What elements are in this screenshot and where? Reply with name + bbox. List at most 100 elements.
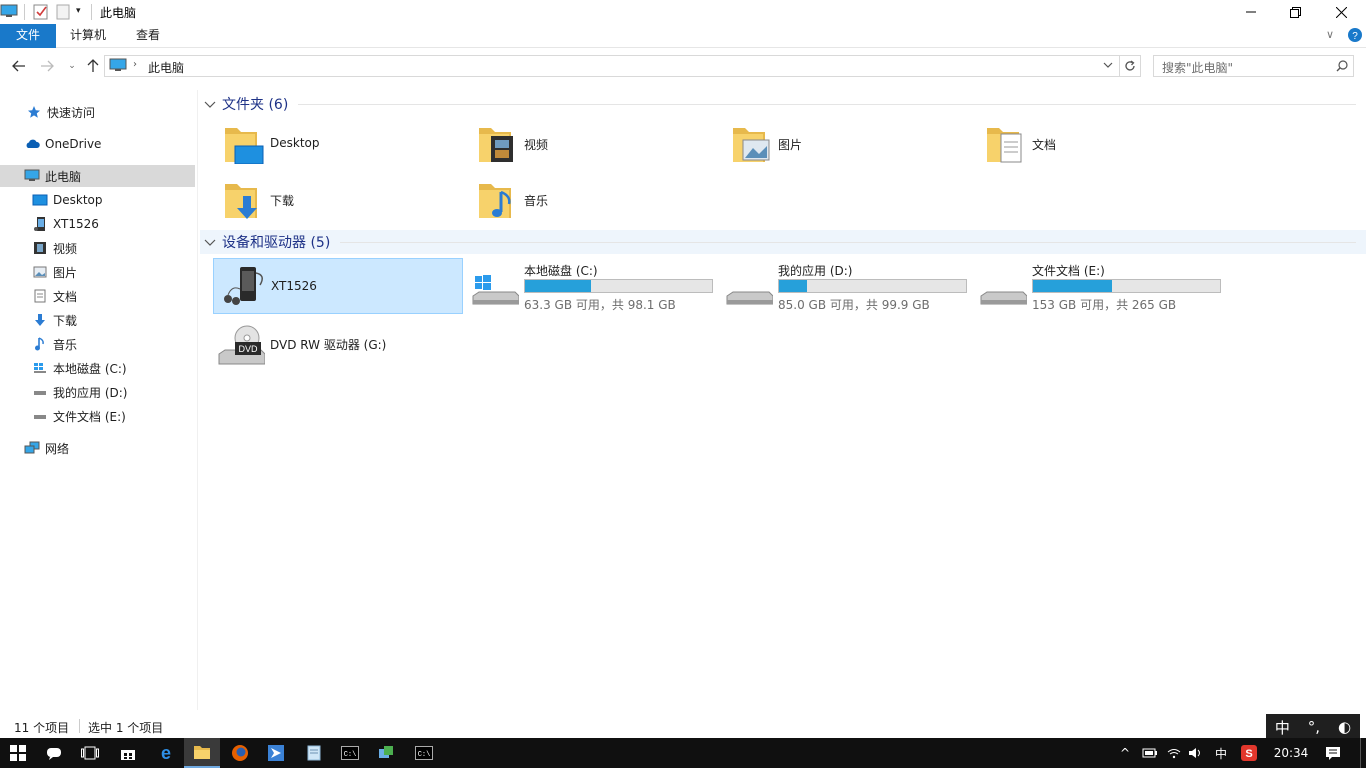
svg-text:?: ?: [1352, 31, 1358, 42]
battery-icon[interactable]: [1140, 738, 1160, 768]
command-prompt-icon[interactable]: C:\: [406, 738, 442, 768]
phone-icon: [224, 267, 263, 305]
show-desktop-button[interactable]: [1360, 738, 1366, 768]
up-button[interactable]: [84, 57, 102, 75]
drive-c[interactable]: 本地磁盘 (C:) 63.3 GB 可用，共 98.1 GB: [467, 258, 717, 314]
nav-network[interactable]: 网络: [0, 437, 195, 459]
ime-mode[interactable]: 中: [1275, 717, 1290, 738]
folder-pictures[interactable]: 图片: [721, 116, 971, 172]
properties-icon[interactable]: [33, 3, 49, 20]
edge-icon[interactable]: e: [148, 738, 184, 768]
chevron-down-icon[interactable]: [1103, 60, 1113, 70]
breadcrumb-chevron-icon[interactable]: ›: [133, 59, 137, 70]
folder-music[interactable]: 音乐: [467, 172, 717, 228]
chevron-down-icon[interactable]: [204, 237, 216, 247]
file-explorer-icon[interactable]: [184, 738, 220, 768]
forward-button[interactable]: [38, 57, 56, 75]
drive-g-dvd[interactable]: DVD DVD RW 驱动器 (G:): [213, 316, 463, 372]
device-xt1526[interactable]: XT1526: [213, 258, 463, 314]
task-view-button[interactable]: [72, 738, 108, 768]
nav-downloads[interactable]: 下载: [0, 309, 195, 331]
computer-icon: [109, 58, 127, 72]
ime-language[interactable]: 中: [1210, 738, 1232, 768]
chevron-down-icon[interactable]: [204, 99, 216, 109]
nav-drive-d[interactable]: 我的应用 (D:): [0, 381, 195, 403]
nav-videos[interactable]: 视频: [0, 237, 195, 259]
folder-videos[interactable]: 视频: [467, 116, 717, 172]
chevron-up-icon[interactable]: ^: [1116, 738, 1134, 768]
app-icon[interactable]: [258, 738, 294, 768]
capacity-text: 63.3 GB 可用，共 98.1 GB: [524, 298, 676, 312]
folder-downloads[interactable]: 下载: [213, 172, 463, 228]
clock[interactable]: 20:34: [1268, 738, 1314, 768]
wifi-icon[interactable]: [1164, 738, 1184, 768]
devices-group-header[interactable]: 设备和驱动器 (5): [200, 230, 1366, 254]
capacity-fill: [1033, 280, 1113, 292]
folder-desktop[interactable]: Desktop: [213, 116, 463, 172]
customize-toolbar-icon[interactable]: ▾: [76, 6, 81, 16]
system-tool-icon[interactable]: [368, 738, 404, 768]
capacity-bar: [778, 279, 967, 293]
folders-group-header[interactable]: 文件夹 (6): [200, 92, 1366, 116]
computer-icon[interactable]: [0, 4, 18, 18]
refresh-button[interactable]: [1120, 55, 1141, 77]
drive-d[interactable]: 我的应用 (D:) 85.0 GB 可用，共 99.9 GB: [721, 258, 971, 314]
volume-icon[interactable]: [1186, 738, 1206, 768]
folder-documents[interactable]: 文档: [975, 116, 1225, 172]
close-button[interactable]: [1318, 0, 1364, 24]
restore-button[interactable]: [1272, 0, 1318, 24]
recent-locations-button[interactable]: ⌄: [63, 57, 81, 75]
search-icon[interactable]: [1336, 60, 1348, 72]
dvd-drive-icon: DVD: [218, 325, 265, 365]
nav-drive-c[interactable]: 本地磁盘 (C:): [0, 357, 195, 379]
expand-ribbon-icon[interactable]: ∨: [1326, 28, 1334, 41]
notepad-icon[interactable]: [296, 738, 332, 768]
nav-this-pc[interactable]: 此电脑: [0, 165, 195, 187]
new-folder-icon[interactable]: [56, 4, 70, 20]
nav-onedrive[interactable]: OneDrive: [0, 133, 195, 155]
help-icon[interactable]: ?: [1348, 28, 1362, 42]
music-icon: [32, 336, 48, 352]
breadcrumb[interactable]: 此电脑: [148, 59, 184, 76]
nav-music[interactable]: 音乐: [0, 333, 195, 355]
capacity-bar: [524, 279, 713, 293]
search-input[interactable]: 搜索"此电脑": [1153, 55, 1354, 77]
desktop-folder-icon: [225, 128, 264, 164]
drive-e[interactable]: 文件文档 (E:) 153 GB 可用，共 265 GB: [975, 258, 1225, 314]
svg-text:e: e: [161, 744, 171, 762]
pane-divider[interactable]: [197, 90, 198, 710]
nav-pictures[interactable]: 图片: [0, 261, 195, 283]
download-folder-icon: [225, 184, 257, 219]
document-folder-icon: [987, 128, 1022, 163]
address-bar[interactable]: › 此电脑: [104, 55, 1120, 77]
action-center-icon[interactable]: [1320, 738, 1346, 768]
tab-view[interactable]: 查看: [120, 24, 176, 48]
minimize-button[interactable]: [1228, 0, 1274, 24]
ime-punctuation[interactable]: °,: [1308, 718, 1320, 736]
store-icon[interactable]: [110, 738, 146, 768]
divider: [24, 4, 25, 20]
ribbon-tabs: 文件 计算机 查看 ∨ ?: [0, 24, 1366, 48]
start-button[interactable]: [0, 738, 36, 768]
nav-drive-e[interactable]: 文件文档 (E:): [0, 405, 195, 427]
svg-text:C:\: C:\: [344, 751, 357, 759]
sogou-ime-icon[interactable]: S: [1238, 738, 1260, 768]
nav-desktop[interactable]: Desktop: [0, 189, 195, 211]
nav-quick-access[interactable]: 快速访问: [0, 101, 195, 123]
phone-icon: [32, 216, 48, 232]
computer-icon: [24, 168, 40, 184]
back-button[interactable]: [10, 57, 28, 75]
tab-computer[interactable]: 计算机: [60, 24, 116, 48]
divider: [91, 4, 92, 20]
command-prompt-icon[interactable]: C:\: [332, 738, 368, 768]
cortana-button[interactable]: [36, 738, 72, 768]
firefox-icon[interactable]: [222, 738, 258, 768]
capacity-text: 85.0 GB 可用，共 99.9 GB: [778, 298, 930, 312]
moon-icon[interactable]: ◐: [1338, 718, 1351, 736]
ime-toolbar[interactable]: 中 °, ◐: [1266, 714, 1360, 740]
nav-documents[interactable]: 文档: [0, 285, 195, 307]
nav-xt1526[interactable]: XT1526: [0, 213, 195, 235]
desktop-icon: [32, 192, 48, 208]
download-icon: [32, 312, 48, 328]
tab-file[interactable]: 文件: [0, 24, 56, 48]
